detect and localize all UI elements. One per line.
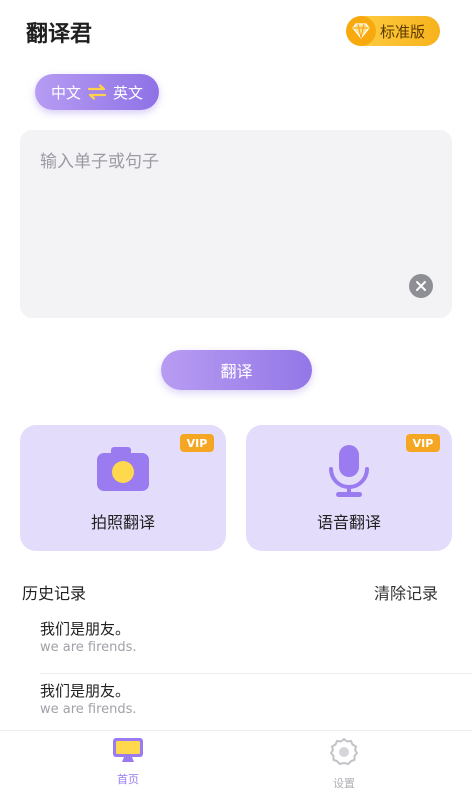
vip-badge: VIP: [180, 434, 214, 452]
text-input[interactable]: [40, 152, 400, 172]
clear-input-button[interactable]: [409, 274, 433, 298]
history-item[interactable]: 我们是朋友。 we are firends.: [0, 612, 472, 674]
history-title: 历史记录: [22, 584, 87, 603]
tab-settings[interactable]: 设置: [304, 737, 384, 790]
input-area: [20, 130, 452, 318]
tab-settings-label: 设置: [333, 777, 355, 790]
history-list: 我们是朋友。 we are firends. 我们是朋友。 we are fir…: [0, 612, 472, 736]
microphone-icon: [324, 443, 374, 503]
history-translation-text: we are firends.: [40, 702, 137, 717]
vip-badge: VIP: [406, 434, 440, 452]
swap-icon: [87, 84, 107, 100]
photo-translate-label: 拍照翻译: [90, 513, 155, 532]
photo-translate-card[interactable]: VIP 拍照翻译: [20, 425, 226, 551]
tab-home-label: 首页: [117, 773, 139, 786]
home-screen-icon: [112, 737, 144, 767]
app-title: 翻译君: [26, 22, 93, 47]
close-icon: [415, 277, 427, 296]
diamond-icon: [346, 16, 376, 46]
target-language: 英文: [113, 83, 144, 102]
camera-icon: [95, 443, 151, 497]
clear-history-button[interactable]: 清除记录: [374, 580, 438, 604]
translate-button[interactable]: 翻译: [161, 350, 312, 390]
source-language: 中文: [50, 83, 81, 102]
history-item[interactable]: 我们是朋友。 we are firends.: [0, 674, 472, 736]
edition-label: 标准版: [380, 22, 426, 41]
gear-icon: [329, 737, 359, 771]
voice-translate-card[interactable]: VIP 语音翻译: [246, 425, 452, 551]
history-header: 历史记录 清除记录: [0, 580, 472, 604]
tab-home[interactable]: 首页: [88, 737, 168, 789]
history-translation-text: we are firends.: [40, 640, 137, 655]
history-source-text: 我们是朋友。: [40, 682, 131, 700]
language-switch[interactable]: 中文 英文: [35, 74, 159, 110]
header: 翻译君 标准版: [0, 0, 472, 64]
edition-badge[interactable]: 标准版: [346, 16, 440, 46]
history-source-text: 我们是朋友。: [40, 620, 131, 638]
voice-translate-label: 语音翻译: [316, 513, 381, 532]
bottom-tab-bar: 首页 设置: [0, 730, 472, 792]
